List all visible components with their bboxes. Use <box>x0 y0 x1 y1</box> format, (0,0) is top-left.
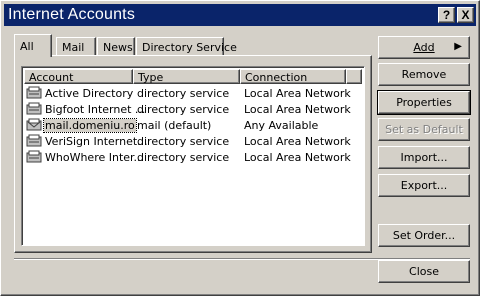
submenu-arrow-icon: ▶ <box>454 41 462 52</box>
account-connection: Local Area Network <box>244 150 351 164</box>
account-connection: Local Area Network <box>244 134 351 148</box>
tab-label: All <box>20 40 34 53</box>
help-icon: ? <box>442 8 451 22</box>
remove-button[interactable]: Remove <box>378 63 470 86</box>
account-name: WhoWhere Inter... <box>45 150 145 164</box>
properties-button[interactable]: Properties <box>377 90 471 115</box>
internet-accounts-dialog: Internet Accounts ? X All Mail News Dire… <box>0 0 480 296</box>
tab-label: Mail <box>62 41 85 54</box>
directory-service-icon <box>26 150 42 163</box>
column-header-connection[interactable]: Connection <box>240 69 346 84</box>
column-header-label: Type <box>138 71 164 84</box>
import-button[interactable]: Import... <box>378 146 470 169</box>
tab-mail[interactable]: Mail <box>56 37 96 57</box>
account-name: Bigfoot Internet ... <box>45 102 146 116</box>
account-name: Active Directory <box>45 86 134 100</box>
account-connection: Local Area Network <box>244 86 351 100</box>
tab-label: News <box>103 41 133 54</box>
list-item[interactable]: Active Directory directory service Local… <box>24 85 362 101</box>
list-item[interactable]: WhoWhere Inter... directory service Loca… <box>24 149 362 165</box>
close-window-button[interactable]: X <box>457 7 474 23</box>
account-name: VeriSign Internet... <box>45 134 148 148</box>
close-button-label: Close <box>409 265 439 278</box>
account-connection: Any Available <box>244 118 319 132</box>
set-as-default-button[interactable]: Set as Default <box>378 118 470 141</box>
account-type: directory service <box>137 150 230 164</box>
add-button[interactable]: Add ▶ <box>378 36 470 59</box>
column-header-label: Account <box>29 71 74 84</box>
directory-service-icon <box>26 86 42 99</box>
list-item[interactable]: Bigfoot Internet ... directory service L… <box>24 101 362 117</box>
account-connection: Local Area Network <box>244 102 351 116</box>
directory-service-icon <box>26 134 42 147</box>
accounts-list[interactable]: Account Type Connection Active Directory… <box>21 66 365 246</box>
set-order-button-label: Set Order... <box>392 229 456 242</box>
import-button-label: Import... <box>400 151 448 164</box>
remove-button-label: Remove <box>401 68 447 81</box>
tab-panel: Account Type Connection Active Directory… <box>14 55 372 253</box>
account-type: directory service <box>137 134 230 148</box>
tab-label: Directory Service <box>142 41 237 54</box>
account-type: directory service <box>137 86 230 100</box>
account-type: directory service <box>137 102 230 116</box>
set-order-button[interactable]: Set Order... <box>378 224 470 247</box>
close-icon: X <box>461 8 470 22</box>
column-header-type[interactable]: Type <box>133 69 240 84</box>
column-header-label: Connection <box>245 71 308 84</box>
properties-button-label: Properties <box>396 96 452 109</box>
export-button-label: Export... <box>400 179 448 192</box>
help-button[interactable]: ? <box>438 7 455 23</box>
window-title: Internet Accounts <box>8 6 136 23</box>
column-header-account[interactable]: Account <box>24 69 133 84</box>
list-header: Account Type Connection <box>24 69 362 84</box>
account-type: mail (default) <box>137 118 212 132</box>
list-item[interactable]: mail.domeniu.ro mail (default) Any Avail… <box>24 117 362 133</box>
export-button[interactable]: Export... <box>378 174 470 197</box>
set-as-default-button-label: Set as Default <box>385 123 463 136</box>
add-button-label: Add <box>413 41 435 54</box>
column-header-filler <box>346 69 362 84</box>
title-bar[interactable]: Internet Accounts ? X <box>4 4 476 26</box>
mail-account-icon <box>26 118 42 131</box>
tab-directory-service[interactable]: Directory Service <box>136 37 237 57</box>
tab-news[interactable]: News <box>97 37 135 57</box>
account-name: mail.domeniu.ro <box>43 117 137 133</box>
tab-all[interactable]: All <box>14 34 52 57</box>
close-button[interactable]: Close <box>378 260 470 283</box>
list-item[interactable]: VeriSign Internet... directory service L… <box>24 133 362 149</box>
directory-service-icon <box>26 102 42 115</box>
